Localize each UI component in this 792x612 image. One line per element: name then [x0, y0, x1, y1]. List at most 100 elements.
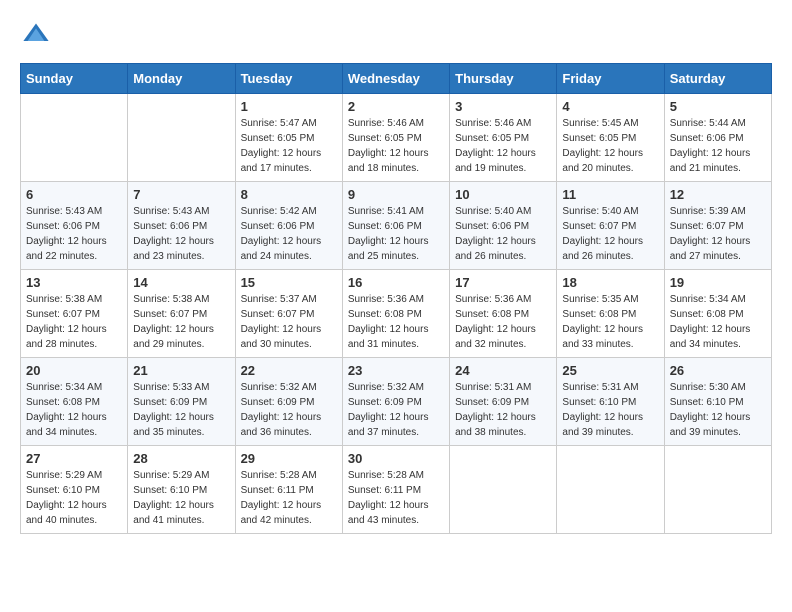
col-header-sunday: Sunday — [21, 64, 128, 94]
day-number: 7 — [133, 187, 229, 202]
day-info: Sunrise: 5:28 AM Sunset: 6:11 PM Dayligh… — [241, 468, 337, 528]
calendar-cell: 6 Sunrise: 5:43 AM Sunset: 6:06 PM Dayli… — [21, 182, 128, 270]
day-number: 22 — [241, 363, 337, 378]
day-info: Sunrise: 5:40 AM Sunset: 6:06 PM Dayligh… — [455, 204, 551, 264]
day-number: 29 — [241, 451, 337, 466]
calendar-cell: 7 Sunrise: 5:43 AM Sunset: 6:06 PM Dayli… — [128, 182, 235, 270]
calendar-cell: 4 Sunrise: 5:45 AM Sunset: 6:05 PM Dayli… — [557, 94, 664, 182]
day-number: 1 — [241, 99, 337, 114]
calendar-week-row: 13 Sunrise: 5:38 AM Sunset: 6:07 PM Dayl… — [21, 270, 772, 358]
day-number: 13 — [26, 275, 122, 290]
day-info: Sunrise: 5:32 AM Sunset: 6:09 PM Dayligh… — [241, 380, 337, 440]
calendar-week-row: 6 Sunrise: 5:43 AM Sunset: 6:06 PM Dayli… — [21, 182, 772, 270]
day-number: 19 — [670, 275, 766, 290]
day-number: 18 — [562, 275, 658, 290]
day-info: Sunrise: 5:30 AM Sunset: 6:10 PM Dayligh… — [670, 380, 766, 440]
day-info: Sunrise: 5:46 AM Sunset: 6:05 PM Dayligh… — [455, 116, 551, 176]
day-number: 26 — [670, 363, 766, 378]
day-info: Sunrise: 5:36 AM Sunset: 6:08 PM Dayligh… — [348, 292, 444, 352]
calendar-cell: 5 Sunrise: 5:44 AM Sunset: 6:06 PM Dayli… — [664, 94, 771, 182]
day-info: Sunrise: 5:43 AM Sunset: 6:06 PM Dayligh… — [26, 204, 122, 264]
day-info: Sunrise: 5:47 AM Sunset: 6:05 PM Dayligh… — [241, 116, 337, 176]
header — [20, 20, 772, 53]
calendar-week-row: 27 Sunrise: 5:29 AM Sunset: 6:10 PM Dayl… — [21, 446, 772, 534]
calendar-cell: 3 Sunrise: 5:46 AM Sunset: 6:05 PM Dayli… — [450, 94, 557, 182]
day-info: Sunrise: 5:46 AM Sunset: 6:05 PM Dayligh… — [348, 116, 444, 176]
day-number: 10 — [455, 187, 551, 202]
calendar-cell — [450, 446, 557, 534]
day-info: Sunrise: 5:38 AM Sunset: 6:07 PM Dayligh… — [26, 292, 122, 352]
calendar-cell: 8 Sunrise: 5:42 AM Sunset: 6:06 PM Dayli… — [235, 182, 342, 270]
col-header-saturday: Saturday — [664, 64, 771, 94]
calendar-cell: 25 Sunrise: 5:31 AM Sunset: 6:10 PM Dayl… — [557, 358, 664, 446]
calendar-cell: 16 Sunrise: 5:36 AM Sunset: 6:08 PM Dayl… — [342, 270, 449, 358]
calendar-cell: 30 Sunrise: 5:28 AM Sunset: 6:11 PM Dayl… — [342, 446, 449, 534]
day-info: Sunrise: 5:29 AM Sunset: 6:10 PM Dayligh… — [133, 468, 229, 528]
col-header-monday: Monday — [128, 64, 235, 94]
day-number: 28 — [133, 451, 229, 466]
day-number: 14 — [133, 275, 229, 290]
calendar-cell: 28 Sunrise: 5:29 AM Sunset: 6:10 PM Dayl… — [128, 446, 235, 534]
calendar-cell: 26 Sunrise: 5:30 AM Sunset: 6:10 PM Dayl… — [664, 358, 771, 446]
day-info: Sunrise: 5:34 AM Sunset: 6:08 PM Dayligh… — [670, 292, 766, 352]
calendar-cell: 27 Sunrise: 5:29 AM Sunset: 6:10 PM Dayl… — [21, 446, 128, 534]
calendar-cell: 17 Sunrise: 5:36 AM Sunset: 6:08 PM Dayl… — [450, 270, 557, 358]
day-info: Sunrise: 5:36 AM Sunset: 6:08 PM Dayligh… — [455, 292, 551, 352]
calendar-cell: 21 Sunrise: 5:33 AM Sunset: 6:09 PM Dayl… — [128, 358, 235, 446]
day-number: 17 — [455, 275, 551, 290]
day-info: Sunrise: 5:35 AM Sunset: 6:08 PM Dayligh… — [562, 292, 658, 352]
calendar-cell: 2 Sunrise: 5:46 AM Sunset: 6:05 PM Dayli… — [342, 94, 449, 182]
calendar-cell: 24 Sunrise: 5:31 AM Sunset: 6:09 PM Dayl… — [450, 358, 557, 446]
day-number: 9 — [348, 187, 444, 202]
calendar-cell: 14 Sunrise: 5:38 AM Sunset: 6:07 PM Dayl… — [128, 270, 235, 358]
day-info: Sunrise: 5:31 AM Sunset: 6:10 PM Dayligh… — [562, 380, 658, 440]
calendar-cell: 15 Sunrise: 5:37 AM Sunset: 6:07 PM Dayl… — [235, 270, 342, 358]
day-info: Sunrise: 5:41 AM Sunset: 6:06 PM Dayligh… — [348, 204, 444, 264]
day-number: 25 — [562, 363, 658, 378]
calendar-cell — [664, 446, 771, 534]
day-info: Sunrise: 5:32 AM Sunset: 6:09 PM Dayligh… — [348, 380, 444, 440]
day-info: Sunrise: 5:39 AM Sunset: 6:07 PM Dayligh… — [670, 204, 766, 264]
day-number: 20 — [26, 363, 122, 378]
day-info: Sunrise: 5:44 AM Sunset: 6:06 PM Dayligh… — [670, 116, 766, 176]
day-info: Sunrise: 5:40 AM Sunset: 6:07 PM Dayligh… — [562, 204, 658, 264]
day-number: 27 — [26, 451, 122, 466]
day-number: 3 — [455, 99, 551, 114]
day-number: 15 — [241, 275, 337, 290]
day-info: Sunrise: 5:28 AM Sunset: 6:11 PM Dayligh… — [348, 468, 444, 528]
day-number: 6 — [26, 187, 122, 202]
day-info: Sunrise: 5:37 AM Sunset: 6:07 PM Dayligh… — [241, 292, 337, 352]
day-number: 16 — [348, 275, 444, 290]
calendar-cell — [128, 94, 235, 182]
calendar-cell: 23 Sunrise: 5:32 AM Sunset: 6:09 PM Dayl… — [342, 358, 449, 446]
day-number: 23 — [348, 363, 444, 378]
calendar-cell: 11 Sunrise: 5:40 AM Sunset: 6:07 PM Dayl… — [557, 182, 664, 270]
logo-icon — [22, 20, 50, 48]
calendar-cell: 19 Sunrise: 5:34 AM Sunset: 6:08 PM Dayl… — [664, 270, 771, 358]
day-number: 5 — [670, 99, 766, 114]
day-info: Sunrise: 5:42 AM Sunset: 6:06 PM Dayligh… — [241, 204, 337, 264]
calendar-cell — [557, 446, 664, 534]
day-info: Sunrise: 5:31 AM Sunset: 6:09 PM Dayligh… — [455, 380, 551, 440]
col-header-thursday: Thursday — [450, 64, 557, 94]
calendar-cell: 1 Sunrise: 5:47 AM Sunset: 6:05 PM Dayli… — [235, 94, 342, 182]
calendar-cell: 10 Sunrise: 5:40 AM Sunset: 6:06 PM Dayl… — [450, 182, 557, 270]
calendar-cell: 12 Sunrise: 5:39 AM Sunset: 6:07 PM Dayl… — [664, 182, 771, 270]
day-info: Sunrise: 5:43 AM Sunset: 6:06 PM Dayligh… — [133, 204, 229, 264]
day-number: 30 — [348, 451, 444, 466]
calendar-cell: 18 Sunrise: 5:35 AM Sunset: 6:08 PM Dayl… — [557, 270, 664, 358]
calendar-header-row: SundayMondayTuesdayWednesdayThursdayFrid… — [21, 64, 772, 94]
day-info: Sunrise: 5:38 AM Sunset: 6:07 PM Dayligh… — [133, 292, 229, 352]
day-number: 12 — [670, 187, 766, 202]
calendar-week-row: 1 Sunrise: 5:47 AM Sunset: 6:05 PM Dayli… — [21, 94, 772, 182]
calendar-cell: 20 Sunrise: 5:34 AM Sunset: 6:08 PM Dayl… — [21, 358, 128, 446]
day-number: 24 — [455, 363, 551, 378]
col-header-wednesday: Wednesday — [342, 64, 449, 94]
logo — [20, 20, 50, 53]
day-number: 2 — [348, 99, 444, 114]
calendar-week-row: 20 Sunrise: 5:34 AM Sunset: 6:08 PM Dayl… — [21, 358, 772, 446]
day-number: 11 — [562, 187, 658, 202]
day-info: Sunrise: 5:45 AM Sunset: 6:05 PM Dayligh… — [562, 116, 658, 176]
calendar-table: SundayMondayTuesdayWednesdayThursdayFrid… — [20, 63, 772, 534]
col-header-tuesday: Tuesday — [235, 64, 342, 94]
